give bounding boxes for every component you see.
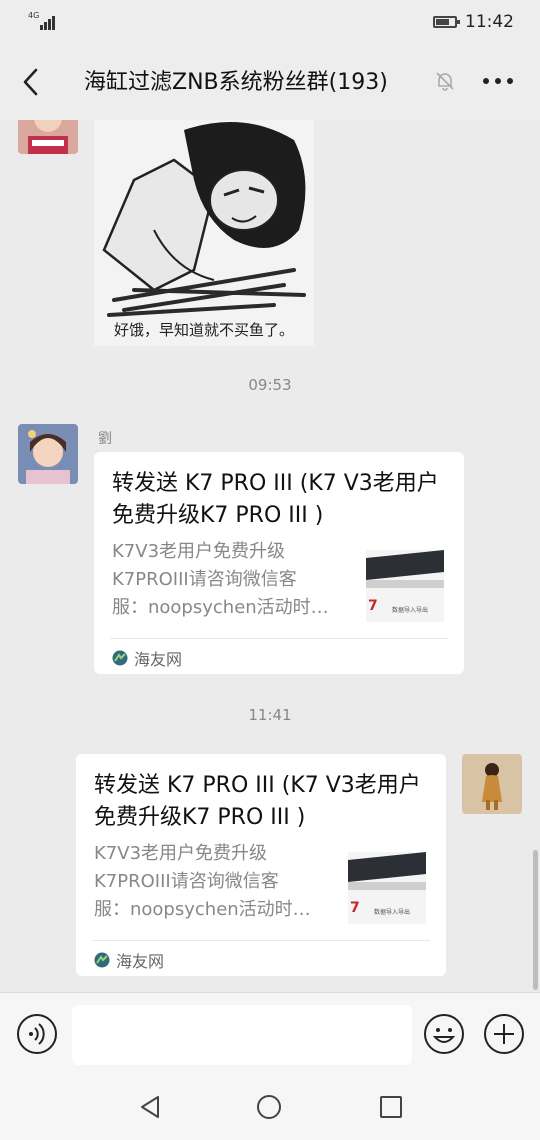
source-name: 海友网 bbox=[116, 952, 165, 971]
my-avatar[interactable] bbox=[462, 754, 522, 814]
system-nav-bar bbox=[0, 1074, 540, 1140]
card-source: 海友网 bbox=[94, 948, 164, 972]
sticker-message[interactable]: 好饿，早知道就不买鱼了。 bbox=[94, 120, 314, 346]
link-card[interactable]: 转发送 K7 PRO III (K7 V3老用户免费升级K7 PRO III )… bbox=[94, 452, 464, 674]
message-list[interactable]: 好饿，早知道就不买鱼了。 09:53 劉 转发送 K7 PRO III (K7 … bbox=[0, 120, 540, 992]
card-thumbnail: 7 数据导入导出 bbox=[366, 550, 444, 622]
card-description: K7V3老用户免费升级 K7PROIII请咨询微信客 服：noopsychen活… bbox=[94, 843, 311, 920]
thumb-caption: 数据导入导出 bbox=[374, 908, 410, 916]
signal-icon: 4G bbox=[28, 12, 58, 32]
scrollbar[interactable] bbox=[533, 850, 538, 990]
card-title: 转发送 K7 PRO III (K7 V3老用户免费升级K7 PRO III ) bbox=[112, 471, 439, 528]
card-title: 转发送 K7 PRO III (K7 V3老用户免费升级K7 PRO III ) bbox=[94, 773, 421, 830]
battery-icon bbox=[433, 16, 460, 28]
voice-input-button[interactable] bbox=[16, 1013, 58, 1055]
more-functions-button[interactable] bbox=[483, 1013, 525, 1055]
card-thumbnail: 7 数据导入导出 bbox=[348, 852, 426, 924]
chat-header: 海缸过滤ZNB系统粉丝群(193) bbox=[0, 44, 540, 120]
card-divider bbox=[92, 940, 430, 941]
source-logo-icon bbox=[94, 952, 110, 968]
thumb-caption: 数据导入导出 bbox=[392, 606, 428, 614]
link-card[interactable]: 转发送 K7 PRO III (K7 V3老用户免费升级K7 PRO III )… bbox=[76, 754, 446, 976]
message-input[interactable] bbox=[72, 1005, 412, 1065]
page-title: 海缸过滤ZNB系统粉丝群(193) bbox=[84, 70, 388, 95]
timestamp: 09:53 bbox=[248, 376, 292, 394]
source-logo-icon bbox=[112, 650, 128, 666]
sticker-caption: 好饿，早知道就不买鱼了。 bbox=[113, 321, 294, 339]
nav-back-icon[interactable] bbox=[136, 1092, 166, 1122]
status-time: 11:42 bbox=[465, 12, 514, 32]
nav-recent-apps-icon[interactable] bbox=[376, 1092, 406, 1122]
card-divider bbox=[110, 638, 448, 639]
source-name: 海友网 bbox=[134, 650, 183, 669]
card-source: 海友网 bbox=[112, 646, 182, 670]
mute-bell-icon bbox=[436, 72, 454, 91]
status-bar: 4G 11:42 bbox=[0, 0, 540, 44]
card-description: K7V3老用户免费升级 K7PROIII请咨询微信客 服：noopsychen活… bbox=[112, 541, 329, 618]
thumb-text: 7 bbox=[350, 900, 360, 916]
back-button[interactable] bbox=[16, 62, 48, 102]
nav-home-icon[interactable] bbox=[254, 1092, 284, 1122]
more-options-button[interactable] bbox=[480, 70, 516, 92]
avatar[interactable] bbox=[18, 424, 78, 484]
timestamp: 11:41 bbox=[248, 706, 292, 724]
meme-drawing bbox=[94, 120, 314, 346]
thumb-text: 7 bbox=[368, 598, 378, 614]
sender-name: 劉 bbox=[98, 431, 112, 447]
avatar[interactable] bbox=[18, 120, 78, 154]
input-bar bbox=[0, 992, 540, 1075]
network-type: 4G bbox=[28, 11, 40, 20]
emoji-button[interactable] bbox=[423, 1013, 465, 1055]
